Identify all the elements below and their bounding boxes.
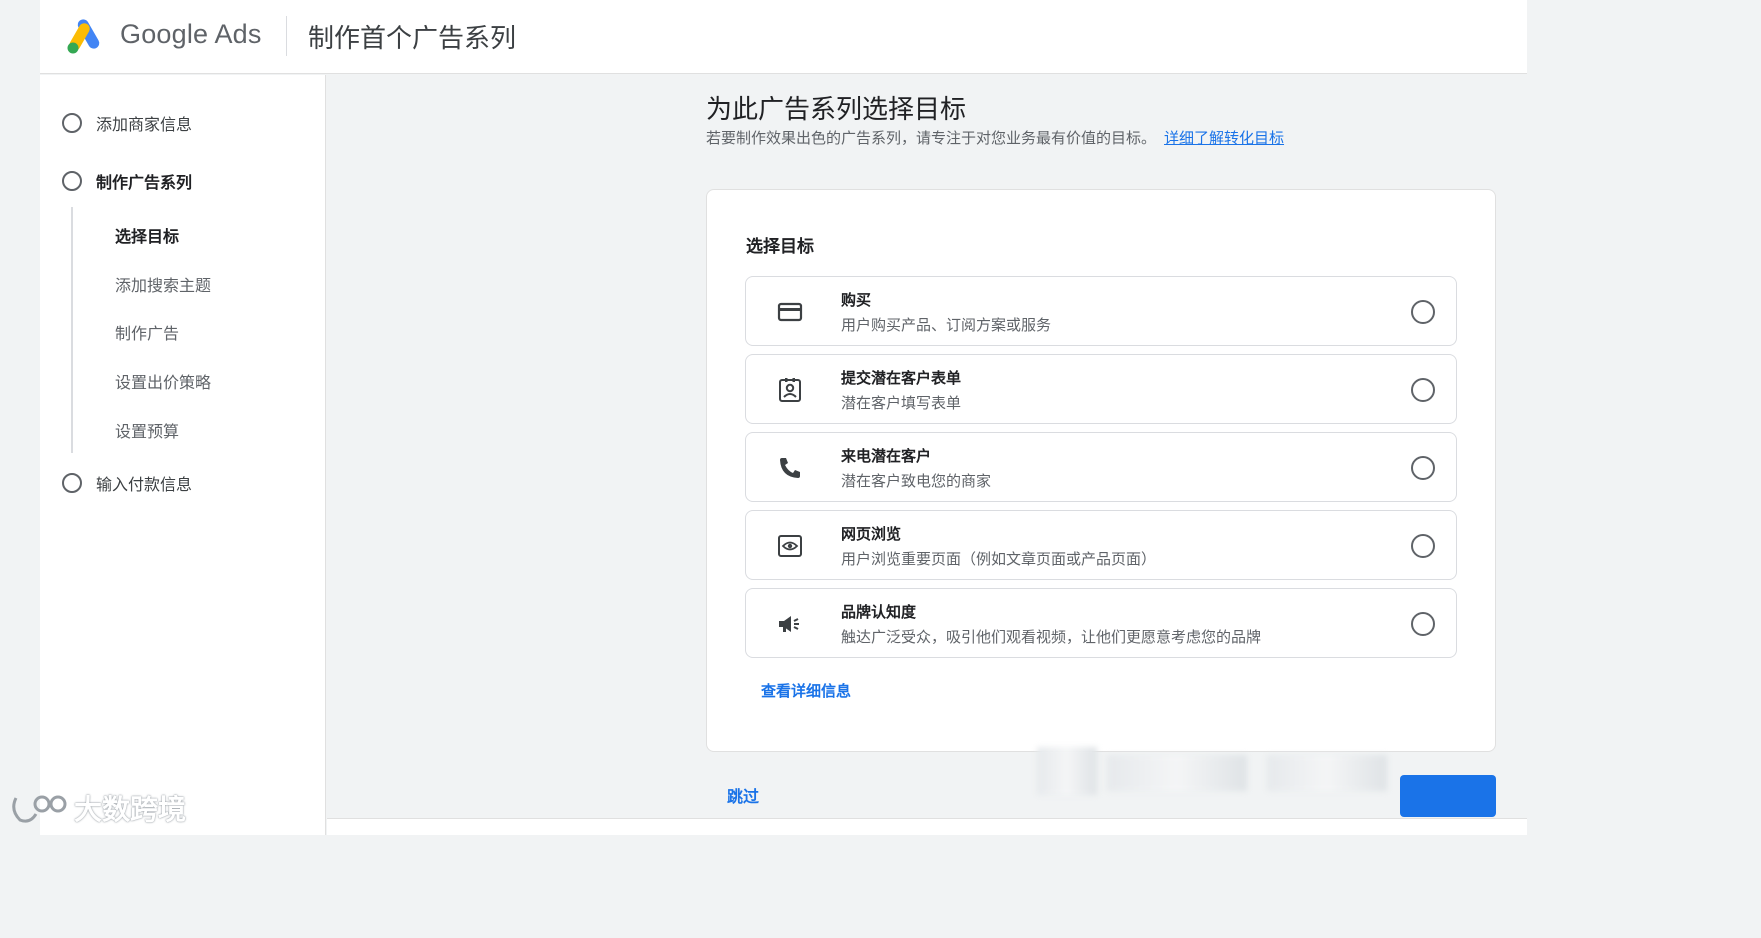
goal-option-brand-awareness[interactable]: 品牌认知度 触达广泛受众，吸引他们观看视频，让他们更愿意考虑您的品牌 bbox=[745, 588, 1457, 658]
option-description: 触达广泛受众，吸引他们观看视频，让他们更愿意考虑您的品牌 bbox=[841, 628, 1262, 646]
goal-card: 选择目标 购买 用户购买产品、订阅方案或服务 提交潜在客户表单 潜在客户填写表单… bbox=[706, 189, 1496, 752]
main-content: 为此广告系列选择目标 若要制作效果出色的广告系列，请专注于对您业务最有价值的目标… bbox=[327, 75, 1527, 818]
step-label: 制作广告系列 bbox=[96, 173, 193, 192]
skip-link[interactable]: 跳过 bbox=[727, 783, 759, 807]
megaphone-icon bbox=[779, 616, 799, 632]
step-status-icon bbox=[62, 113, 82, 133]
option-radio[interactable] bbox=[1411, 534, 1435, 558]
option-description: 潜在客户致电您的商家 bbox=[841, 472, 992, 490]
obscured-region bbox=[1037, 747, 1097, 795]
learn-more-link[interactable]: 详细了解转化目标 bbox=[1164, 129, 1284, 147]
option-radio[interactable] bbox=[1411, 300, 1435, 324]
top-bar: Google Ads 制作首个广告系列 bbox=[40, 0, 1527, 74]
option-description: 用户浏览重要页面（例如文章页面或产品页面） bbox=[841, 550, 1157, 568]
option-radio[interactable] bbox=[1411, 378, 1435, 402]
card-heading: 选择目标 bbox=[746, 237, 814, 257]
goal-option-page-views[interactable]: 网页浏览 用户浏览重要页面（例如文章页面或产品页面） bbox=[745, 510, 1457, 580]
substep-track bbox=[71, 207, 73, 453]
option-description: 用户购买产品、订阅方案或服务 bbox=[841, 316, 1052, 334]
goal-option-phone-leads[interactable]: 来电潜在客户 潜在客户致电您的商家 bbox=[745, 432, 1457, 502]
step-label: 输入付款信息 bbox=[96, 475, 193, 494]
step-status-icon bbox=[62, 171, 82, 191]
next-button[interactable] bbox=[1400, 775, 1496, 817]
section-description: 若要制作效果出色的广告系列，请专注于对您业务最有价值的目标。 详细了解转化目标 bbox=[706, 127, 1284, 148]
option-title: 购买 bbox=[841, 291, 872, 309]
watermark-text: 大数跨境 bbox=[74, 793, 187, 826]
watermark-logo bbox=[12, 795, 67, 823]
phone-icon bbox=[780, 458, 800, 478]
substep-create-ad[interactable]: 制作广告 bbox=[115, 320, 179, 344]
section-title: 为此广告系列选择目标 bbox=[706, 95, 967, 125]
brand-name: Google Ads bbox=[120, 19, 262, 49]
option-description: 潜在客户填写表单 bbox=[841, 394, 962, 412]
option-title: 提交潜在客户表单 bbox=[841, 369, 962, 387]
option-radio[interactable] bbox=[1411, 456, 1435, 480]
step-create-campaign[interactable]: 制作广告系列 bbox=[62, 169, 192, 193]
obscured-region bbox=[1107, 755, 1247, 791]
option-title: 网页浏览 bbox=[841, 525, 902, 543]
step-payment-info[interactable]: 输入付款信息 bbox=[62, 471, 192, 495]
substep-add-search-themes[interactable]: 添加搜索主题 bbox=[115, 272, 211, 296]
web-view-icon bbox=[778, 535, 802, 557]
page-title: 制作首个广告系列 bbox=[308, 24, 517, 54]
step-label: 添加商家信息 bbox=[96, 115, 193, 134]
watermark: 大数跨境 bbox=[10, 788, 186, 828]
progress-sidebar: 添加商家信息 制作广告系列 选择目标 添加搜索主题 制作广告 设置出价策略 设置… bbox=[40, 75, 326, 835]
goal-option-purchase[interactable]: 购买 用户购买产品、订阅方案或服务 bbox=[745, 276, 1457, 346]
step-status-icon bbox=[62, 473, 82, 493]
description-text: 若要制作效果出色的广告系列，请专注于对您业务最有价值的目标。 bbox=[706, 129, 1157, 147]
contact-form-icon bbox=[779, 378, 801, 402]
app-window: Google Ads 制作首个广告系列 添加商家信息 制作广告系列 选择目标 添… bbox=[40, 0, 1527, 835]
footer-bar bbox=[327, 818, 1527, 835]
google-ads-logo bbox=[67, 19, 100, 54]
substep-choose-goal[interactable]: 选择目标 bbox=[115, 223, 179, 247]
view-details-link[interactable]: 查看详细信息 bbox=[761, 680, 851, 701]
option-title: 品牌认知度 bbox=[841, 603, 917, 621]
step-add-business-info[interactable]: 添加商家信息 bbox=[62, 111, 192, 135]
header-divider bbox=[286, 16, 287, 56]
substep-set-budget[interactable]: 设置预算 bbox=[115, 418, 179, 442]
substep-set-bidding[interactable]: 设置出价策略 bbox=[115, 369, 211, 393]
option-title: 来电潜在客户 bbox=[841, 447, 932, 465]
goal-option-lead-form[interactable]: 提交潜在客户表单 潜在客户填写表单 bbox=[745, 354, 1457, 424]
option-radio[interactable] bbox=[1411, 612, 1435, 636]
credit-card-icon bbox=[777, 302, 803, 322]
obscured-region bbox=[1267, 755, 1387, 791]
